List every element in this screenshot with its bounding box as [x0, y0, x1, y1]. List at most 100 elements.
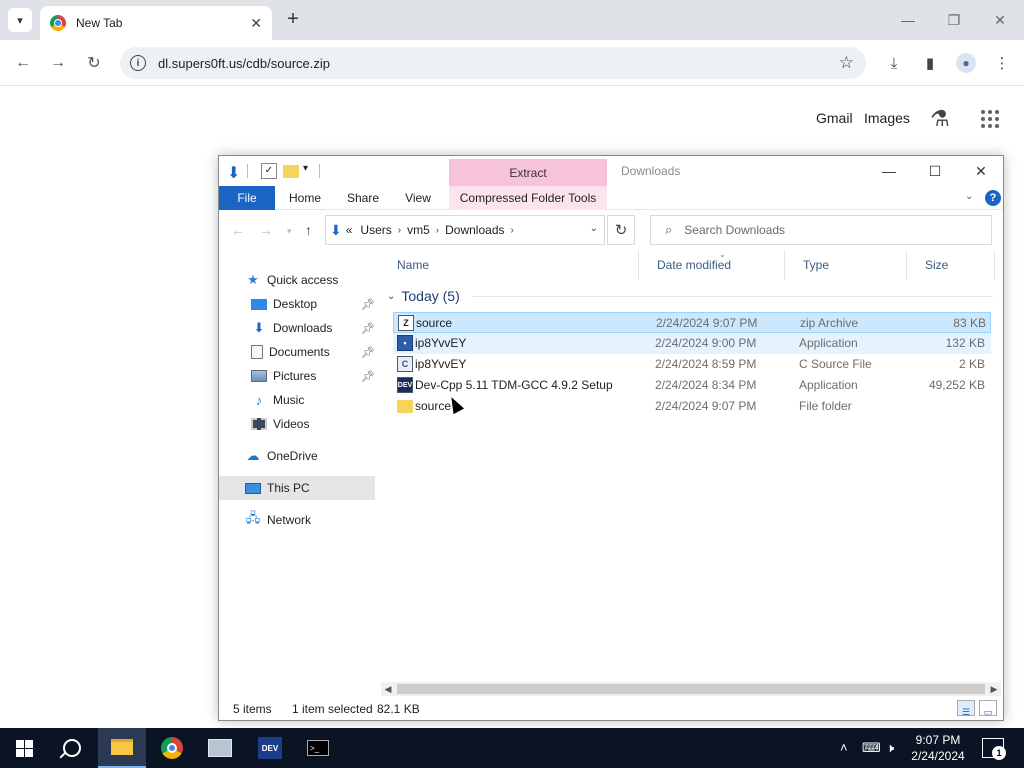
forward-arrow-icon[interactable]: → — [259, 222, 273, 238]
details-view-button[interactable]: ☰ — [957, 700, 975, 717]
address-bar[interactable]: i dl.supers0ft.us/cdb/source.zip ☆ — [120, 47, 866, 79]
tab-compressed-folder-tools[interactable]: Compressed Folder Tools — [449, 186, 607, 210]
network-status-icon[interactable]: ⌨ — [862, 740, 881, 756]
file-row-source-folder[interactable]: source 2/24/2024 9:07 PM File folder — [393, 396, 991, 417]
nav-item-music[interactable]: ♪ Music — [219, 388, 375, 412]
taskbar-clock[interactable]: 9:07 PM 2/24/2024 — [906, 732, 970, 764]
scrollbar-thumb[interactable] — [397, 684, 985, 694]
file-date: 2/24/2024 9:00 PM — [655, 336, 757, 350]
tray-chevron-up-icon[interactable]: ˄ — [840, 740, 848, 755]
column-header-type[interactable]: Type — [787, 250, 907, 280]
scroll-right-icon[interactable]: ▶ — [987, 682, 1001, 696]
pin-icon[interactable]: 📌︎ — [361, 370, 375, 383]
images-link[interactable]: Images — [864, 110, 910, 126]
horizontal-scrollbar[interactable]: ◀ ▶ — [381, 682, 1001, 696]
forward-button[interactable]: → — [45, 50, 71, 76]
file-row-ip8yvvey-c[interactable]: C ip8YvvEY 2/24/2024 8:59 PM C Source Fi… — [393, 354, 991, 375]
c-file-icon: C — [397, 356, 413, 372]
large-icons-view-button[interactable]: ▭ — [979, 700, 997, 717]
tab-file[interactable]: File — [219, 186, 275, 210]
file-row-ip8yvvey-exe[interactable]: ▪ ip8YvvEY 2/24/2024 9:00 PM Application… — [393, 333, 991, 354]
tab-share[interactable]: Share — [339, 186, 387, 210]
volume-muted-icon[interactable]: 🕨︎ — [886, 740, 894, 756]
menu-kebab-icon[interactable]: ⋮ — [991, 52, 1013, 74]
qat-separator — [319, 164, 320, 178]
scroll-left-icon[interactable]: ◀ — [381, 682, 395, 696]
nav-item-desktop[interactable]: Desktop 📌︎ — [219, 292, 375, 316]
tab-view[interactable]: View — [395, 186, 441, 210]
taskbar-chrome[interactable] — [148, 728, 196, 768]
side-panel-icon[interactable]: ▮ — [919, 52, 941, 74]
bookmark-star-icon[interactable]: ☆ — [839, 53, 854, 73]
computer-icon — [245, 482, 261, 494]
nav-item-documents[interactable]: Documents 📌︎ — [219, 340, 375, 364]
qat-dropdown-icon[interactable]: ▾ — [303, 163, 319, 179]
minimize-button[interactable]: — — [888, 6, 928, 34]
back-arrow-icon[interactable]: ← — [231, 222, 245, 238]
start-button[interactable] — [0, 728, 48, 768]
tab-home[interactable]: Home — [281, 186, 329, 210]
taskbar-search-button[interactable] — [48, 728, 96, 768]
browser-tab[interactable]: New Tab ✕ — [40, 6, 272, 40]
file-name: Dev-Cpp 5.11 TDM-GCC 4.9.2 Setup — [415, 378, 613, 392]
url-text[interactable]: dl.supers0ft.us/cdb/source.zip — [158, 56, 839, 71]
help-icon[interactable]: ? — [985, 190, 1001, 206]
breadcrumb-vm5[interactable]: vm5 — [407, 223, 430, 237]
search-input[interactable]: ⌕ Search Downloads — [650, 215, 992, 245]
tab-search-button[interactable]: ▾ — [8, 8, 32, 32]
up-arrow-icon[interactable]: ↑ — [305, 222, 312, 238]
nav-item-pictures[interactable]: Pictures 📌︎ — [219, 364, 375, 388]
taskbar-devcpp[interactable]: DEV — [246, 728, 294, 768]
recent-locations-chevron-icon[interactable]: ▾ — [287, 226, 292, 237]
file-row-devcpp-setup[interactable]: DEV Dev-Cpp 5.11 TDM-GCC 4.9.2 Setup 2/2… — [393, 375, 991, 396]
taskbar-terminal[interactable]: >_ — [294, 728, 342, 768]
app-window-icon — [208, 739, 232, 757]
column-header-date-modified[interactable]: Date modified — [641, 250, 785, 280]
close-window-button[interactable]: ✕ — [980, 6, 1020, 34]
nav-item-videos[interactable]: Videos — [219, 412, 375, 436]
pin-icon[interactable]: 📌︎ — [361, 346, 375, 359]
restore-button[interactable]: ❐ — [934, 6, 974, 34]
labs-flask-icon[interactable]: ⚗ — [930, 106, 950, 132]
info-icon[interactable]: i — [130, 55, 146, 71]
extract-context-tab[interactable]: Extract — [449, 159, 607, 186]
column-header-name[interactable]: Name — [381, 250, 639, 280]
apps-grid-icon[interactable] — [981, 110, 999, 128]
breadcrumb-downloads[interactable]: Downloads — [445, 223, 504, 237]
column-header-size[interactable]: Size — [909, 250, 995, 280]
nav-item-network[interactable]: 🖧︎ Network — [219, 508, 375, 532]
breadcrumb-users[interactable]: Users — [360, 223, 391, 237]
close-icon[interactable]: ✕ — [250, 15, 262, 32]
nav-item-onedrive[interactable]: ☁ OneDrive — [219, 444, 375, 468]
group-header-today[interactable]: ⌄ Today (5) — [387, 286, 993, 306]
new-tab-button[interactable]: + — [282, 8, 304, 30]
gmail-link[interactable]: Gmail — [816, 110, 853, 126]
chevron-down-icon[interactable]: ⌄ — [590, 223, 598, 234]
minimize-button[interactable]: — — [867, 158, 911, 184]
download-icon[interactable]: ⤓ — [883, 52, 905, 74]
taskbar-file-explorer[interactable] — [98, 728, 146, 768]
nav-item-this-pc[interactable]: This PC — [219, 476, 375, 500]
nav-item-downloads[interactable]: ⬇ Downloads 📌︎ — [219, 316, 375, 340]
nav-item-quick-access[interactable]: ★ Quick access — [219, 268, 375, 292]
refresh-button[interactable]: ↻ — [607, 215, 635, 245]
new-folder-icon[interactable] — [283, 165, 299, 178]
maximize-button[interactable]: ☐ — [913, 158, 957, 184]
profile-avatar-icon[interactable]: ● — [955, 52, 977, 74]
breadcrumb-overflow[interactable]: « — [346, 223, 353, 237]
explorer-address-bar[interactable]: ⬇ « Users › vm5 › Downloads › ⌄ — [325, 215, 605, 245]
reload-button[interactable]: ↻ — [81, 50, 107, 76]
back-button[interactable]: ← — [10, 50, 36, 76]
clock-time: 9:07 PM — [915, 733, 961, 747]
taskbar-app[interactable] — [196, 728, 244, 768]
document-icon — [251, 345, 263, 359]
group-label: Today (5) — [401, 288, 460, 304]
file-name: ip8YvvEY — [415, 357, 467, 371]
pin-icon[interactable]: 📌︎ — [361, 298, 375, 311]
close-window-button[interactable]: ✕ — [959, 158, 1003, 184]
arrow-right-icon: → — [50, 54, 66, 71]
file-row-source-zip[interactable]: Z source 2/24/2024 9:07 PM zip Archive 8… — [393, 312, 991, 333]
ribbon-expand-chevron-icon[interactable]: ⌄ — [965, 191, 973, 202]
pin-icon[interactable]: 📌︎ — [361, 322, 375, 335]
properties-icon[interactable]: ✓ — [261, 163, 277, 179]
